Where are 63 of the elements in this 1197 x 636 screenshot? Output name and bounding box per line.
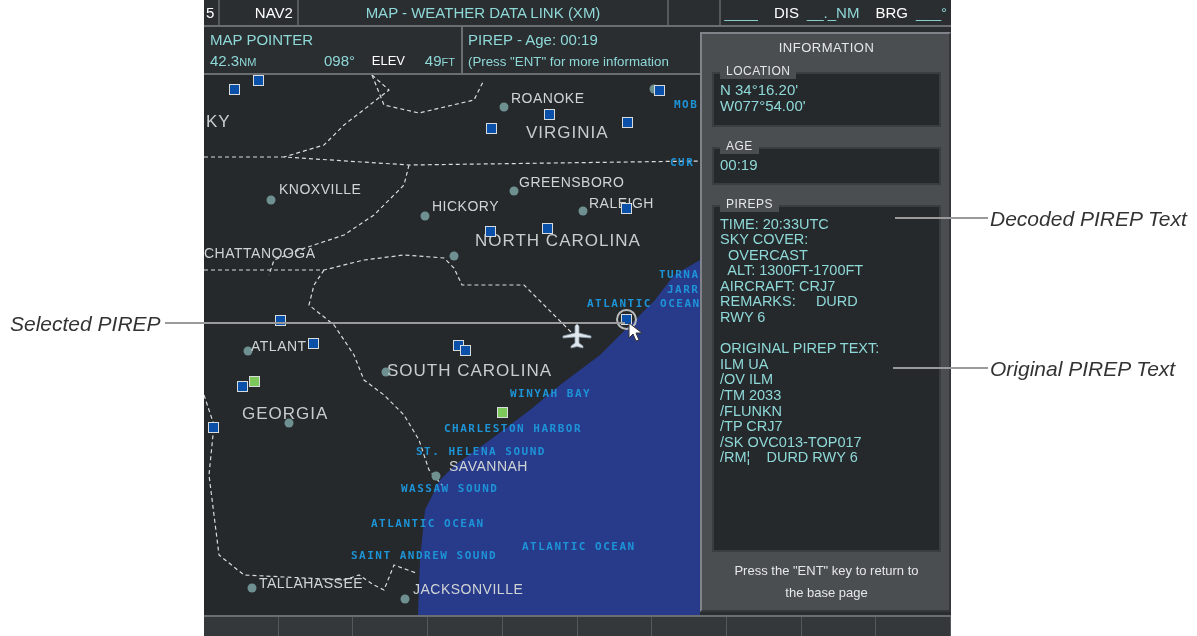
pirep-hint-text: (Press "ENT" for more information <box>468 53 669 71</box>
decoded-pirep-line: TIME: 20:33UTC <box>720 216 830 233</box>
water-label: ATLANTIC OCEAN <box>522 541 636 552</box>
city-label: ROANOKE <box>511 91 585 105</box>
nav-source-text: NAV2 <box>254 4 293 21</box>
bearing-value: 098° <box>322 51 355 71</box>
original-pirep-line: /FLUNKN <box>720 403 784 420</box>
decoded-pirep-line: ALT: 1300FT-1700FT <box>726 263 865 279</box>
city-label: GREENSBORO <box>519 175 625 189</box>
age-value: 00:19 <box>720 156 759 173</box>
return-hint-text: Press the "ENT" key to return to the base page <box>733 562 920 602</box>
water-label: MOB <box>674 99 699 110</box>
water-label: ATLANTIC OCEAN <box>587 298 700 309</box>
city-label: KNOXVILLE <box>279 182 362 196</box>
city-label: SAVANNAH <box>449 459 528 473</box>
frequency-text: 5 <box>206 4 215 21</box>
water-label: CUR <box>670 157 695 168</box>
callout-label: Decoded PIREP Text <box>990 206 1187 232</box>
original-pirep-line: ORIGINAL PIREP TEXT: <box>720 341 881 357</box>
water-label: CHARLESTON HARBOR <box>444 423 583 434</box>
coordinate-text: W077°54.00' <box>720 97 807 114</box>
city-label: TALLAHASSEE <box>259 576 364 590</box>
elevation-value: 49FT <box>423 51 455 71</box>
distance-label: DIS <box>773 3 799 23</box>
decoded-pirep-line: AIRCRAFT: CRJ7 <box>720 278 837 295</box>
region-label: NORTH CAROLINA <box>475 232 641 249</box>
bearing-label: BRG <box>875 3 908 23</box>
distance-value: __._NM <box>806 3 860 23</box>
city-label: CHATTANOOGA <box>204 246 316 260</box>
original-pirep-line: /OV ILM <box>720 372 775 389</box>
original-pirep-line: /SK OVC013-TOP017 <box>720 434 863 451</box>
callout-label: Selected PIREP <box>10 311 161 337</box>
airplane-icon <box>562 323 592 349</box>
coordinate-text: N 34°16.20' <box>720 81 800 98</box>
distance-value: 42.3NM <box>210 51 258 71</box>
water-label: WINYAH BAY <box>510 388 592 399</box>
original-pirep-line: /RM¦ DURD RWY 6 <box>720 450 859 466</box>
decoded-pirep-line: RWY 6 <box>720 310 767 326</box>
original-pirep-line: ILM UA <box>720 356 770 373</box>
region-label: KY <box>206 113 231 130</box>
waypoint-field: ____ <box>724 0 758 25</box>
decoded-pirep-line: OVERCAST <box>727 247 809 264</box>
callout-label: Original PIREP Text <box>990 356 1176 382</box>
page-title: MAP - WEATHER DATA LINK (XM) <box>365 4 601 21</box>
city-label: ATLANT <box>251 339 307 353</box>
original-pirep-line: /TP CRJ7 <box>720 419 784 435</box>
region-label: GEORGIA <box>242 405 329 422</box>
decoded-pirep-line: SKY COVER: <box>720 232 810 248</box>
pirep-age-title: PIREP - Age: 00:19 <box>468 30 599 50</box>
water-label: WASSAW SOUND <box>401 483 499 494</box>
water-label: ST. HELENA SOUND <box>416 446 546 457</box>
elevation-label: ELEV <box>370 52 405 70</box>
original-pirep-line: /TM 2033 <box>720 388 783 404</box>
region-label: SOUTH CAROLINA <box>387 362 553 379</box>
water-label: ATLANTIC OCEAN <box>371 518 485 529</box>
decoded-pirep-line: REMARKS: DURD <box>720 294 859 311</box>
cursor-arrow-icon <box>628 322 644 342</box>
city-label: HICKORY <box>432 199 500 213</box>
map-pointer-title: MAP POINTER <box>210 30 315 50</box>
panel-title: INFORMATION <box>777 39 876 57</box>
bearing-value: ___° <box>915 3 947 23</box>
region-label: VIRGINIA <box>526 124 609 141</box>
water-label: JARR <box>667 284 700 295</box>
